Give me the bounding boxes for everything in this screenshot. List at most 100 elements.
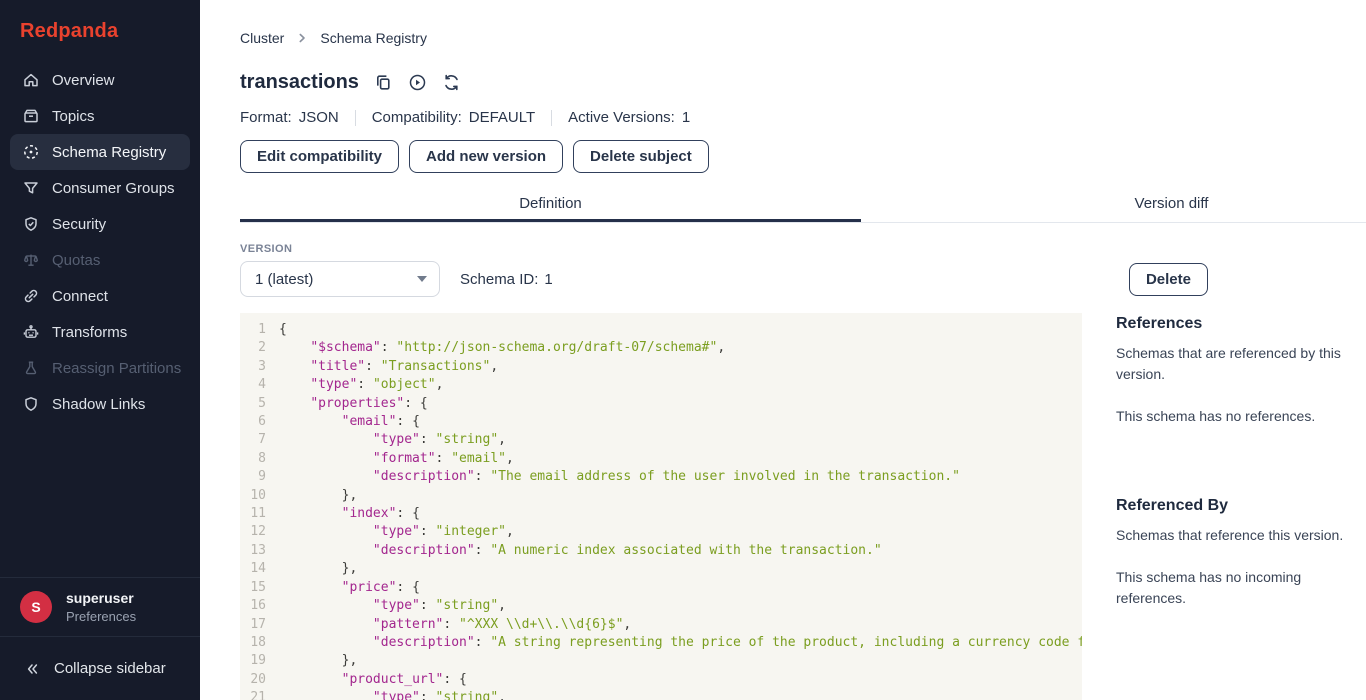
references-empty-text: This schema has no references. xyxy=(1116,406,1366,427)
app-window: Redpanda Overview Topics Schema Registry xyxy=(0,0,1366,700)
collapse-sidebar-button[interactable]: Collapse sidebar xyxy=(0,636,200,700)
sidebar-item-security[interactable]: Security xyxy=(10,206,190,242)
line-number: 13 xyxy=(240,542,266,560)
code-text: "format": "email", xyxy=(279,450,514,468)
divider xyxy=(355,110,356,126)
sidebar-item-label: Overview xyxy=(52,72,115,89)
line-number: 7 xyxy=(240,431,266,449)
link-icon xyxy=(22,287,40,305)
play-circle-icon[interactable] xyxy=(408,73,427,92)
double-chevron-left-icon xyxy=(24,661,40,677)
code-editor[interactable]: 1{2 "$schema": "http://json-schema.org/d… xyxy=(240,313,1082,700)
line-number: 2 xyxy=(240,339,266,357)
stat-active-versions: Active Versions: 1 xyxy=(568,109,690,126)
code-line: 8 "format": "email", xyxy=(240,450,1082,468)
main-content: Cluster Schema Registry transactions For… xyxy=(200,0,1366,700)
topics-icon xyxy=(22,107,40,125)
preferences-link[interactable]: Preferences xyxy=(66,609,136,624)
sidebar-item-transforms[interactable]: Transforms xyxy=(10,314,190,350)
code-line: 20 "product_url": { xyxy=(240,671,1082,689)
user-profile[interactable]: S superuser Preferences xyxy=(0,577,200,636)
sidebar-item-label: Consumer Groups xyxy=(52,180,175,197)
code-line: 4 "type": "object", xyxy=(240,376,1082,394)
sidebar: Redpanda Overview Topics Schema Registry xyxy=(0,0,200,700)
code-text: "title": "Transactions", xyxy=(279,358,498,376)
sidebar-bottom: S superuser Preferences Collapse sidebar xyxy=(0,577,200,700)
code-text: }, xyxy=(279,487,357,505)
line-number: 9 xyxy=(240,468,266,486)
line-number: 6 xyxy=(240,413,266,431)
code-line: 2 "$schema": "http://json-schema.org/dra… xyxy=(240,339,1082,357)
referenced-by-title: Referenced By xyxy=(1116,497,1366,515)
tab-definition[interactable]: Definition xyxy=(240,189,861,222)
scale-icon xyxy=(22,251,40,269)
tab-bar: Definition Version diff xyxy=(240,189,1366,223)
refresh-icon[interactable] xyxy=(442,73,461,92)
sidebar-item-topics[interactable]: Topics xyxy=(10,98,190,134)
version-select[interactable]: 1 (latest) xyxy=(240,261,440,297)
funnel-icon xyxy=(22,179,40,197)
delete-version-button[interactable]: Delete xyxy=(1129,263,1208,296)
tab-version-diff[interactable]: Version diff xyxy=(861,189,1366,222)
code-text: "type": "string", xyxy=(279,689,506,700)
code-line: 5 "properties": { xyxy=(240,395,1082,413)
sidebar-item-schema-registry[interactable]: Schema Registry xyxy=(10,134,190,170)
line-number: 11 xyxy=(240,505,266,523)
code-text: "type": "object", xyxy=(279,376,443,394)
schema-stats: Format: JSON Compatibility: DEFAULT Acti… xyxy=(240,109,1366,126)
sidebar-item-quotas: Quotas xyxy=(10,242,190,278)
code-line: 16 "type": "string", xyxy=(240,597,1082,615)
chevron-down-icon xyxy=(417,276,427,282)
breadcrumb-cluster[interactable]: Cluster xyxy=(240,30,284,46)
line-number: 16 xyxy=(240,597,266,615)
referenced-by-empty-text: This schema has no incoming references. xyxy=(1116,567,1366,609)
shield-check-icon xyxy=(22,215,40,233)
referenced-by-section: Referenced By Schemas that reference thi… xyxy=(1116,497,1366,609)
sidebar-item-shadow-links[interactable]: Shadow Links xyxy=(10,386,190,422)
line-number: 12 xyxy=(240,523,266,541)
sidebar-item-consumer-groups[interactable]: Consumer Groups xyxy=(10,170,190,206)
code-line: 21 "type": "string", xyxy=(240,689,1082,700)
add-new-version-button[interactable]: Add new version xyxy=(409,140,563,173)
line-number: 18 xyxy=(240,634,266,652)
line-number: 14 xyxy=(240,560,266,578)
code-line: 18 "description": "A string representing… xyxy=(240,634,1082,652)
stat-compatibility: Compatibility: DEFAULT xyxy=(372,109,535,126)
chevron-right-icon xyxy=(296,32,308,44)
delete-subject-button[interactable]: Delete subject xyxy=(573,140,709,173)
code-text: "description": "A string representing th… xyxy=(279,634,1082,652)
code-line: 19 }, xyxy=(240,652,1082,670)
sidebar-item-label: Transforms xyxy=(52,324,127,341)
code-text: "price": { xyxy=(279,579,420,597)
schema-registry-icon xyxy=(22,143,40,161)
sidebar-item-overview[interactable]: Overview xyxy=(10,62,190,98)
code-text: { xyxy=(279,321,287,339)
code-text: "type": "string", xyxy=(279,431,506,449)
code-line: 12 "type": "integer", xyxy=(240,523,1082,541)
code-text: }, xyxy=(279,652,357,670)
sidebar-nav: Overview Topics Schema Registry Consumer… xyxy=(0,62,200,422)
line-number: 10 xyxy=(240,487,266,505)
code-text: "pattern": "^XXX \\d+\\.\\d{6}$", xyxy=(279,616,631,634)
collapse-sidebar-label: Collapse sidebar xyxy=(54,660,166,677)
code-text: "type": "integer", xyxy=(279,523,514,541)
sidebar-item-label: Connect xyxy=(52,288,108,305)
edit-compatibility-button[interactable]: Edit compatibility xyxy=(240,140,399,173)
breadcrumb-schema-registry[interactable]: Schema Registry xyxy=(320,30,427,46)
code-text: "description": "The email address of the… xyxy=(279,468,960,486)
copy-icon[interactable] xyxy=(374,73,393,92)
robot-icon xyxy=(22,323,40,341)
version-select-value: 1 (latest) xyxy=(255,271,417,288)
references-title: References xyxy=(1116,315,1366,333)
code-line: 10 }, xyxy=(240,487,1082,505)
sidebar-item-connect[interactable]: Connect xyxy=(10,278,190,314)
code-line: 9 "description": "The email address of t… xyxy=(240,468,1082,486)
code-text: }, xyxy=(279,560,357,578)
line-number: 8 xyxy=(240,450,266,468)
schema-id-label: Schema ID: xyxy=(460,271,538,288)
code-line: 1{ xyxy=(240,321,1082,339)
user-name: superuser xyxy=(66,590,136,606)
referenced-by-description: Schemas that reference this version. xyxy=(1116,525,1366,546)
stat-value: DEFAULT xyxy=(469,109,535,126)
sidebar-item-label: Reassign Partitions xyxy=(52,360,181,377)
